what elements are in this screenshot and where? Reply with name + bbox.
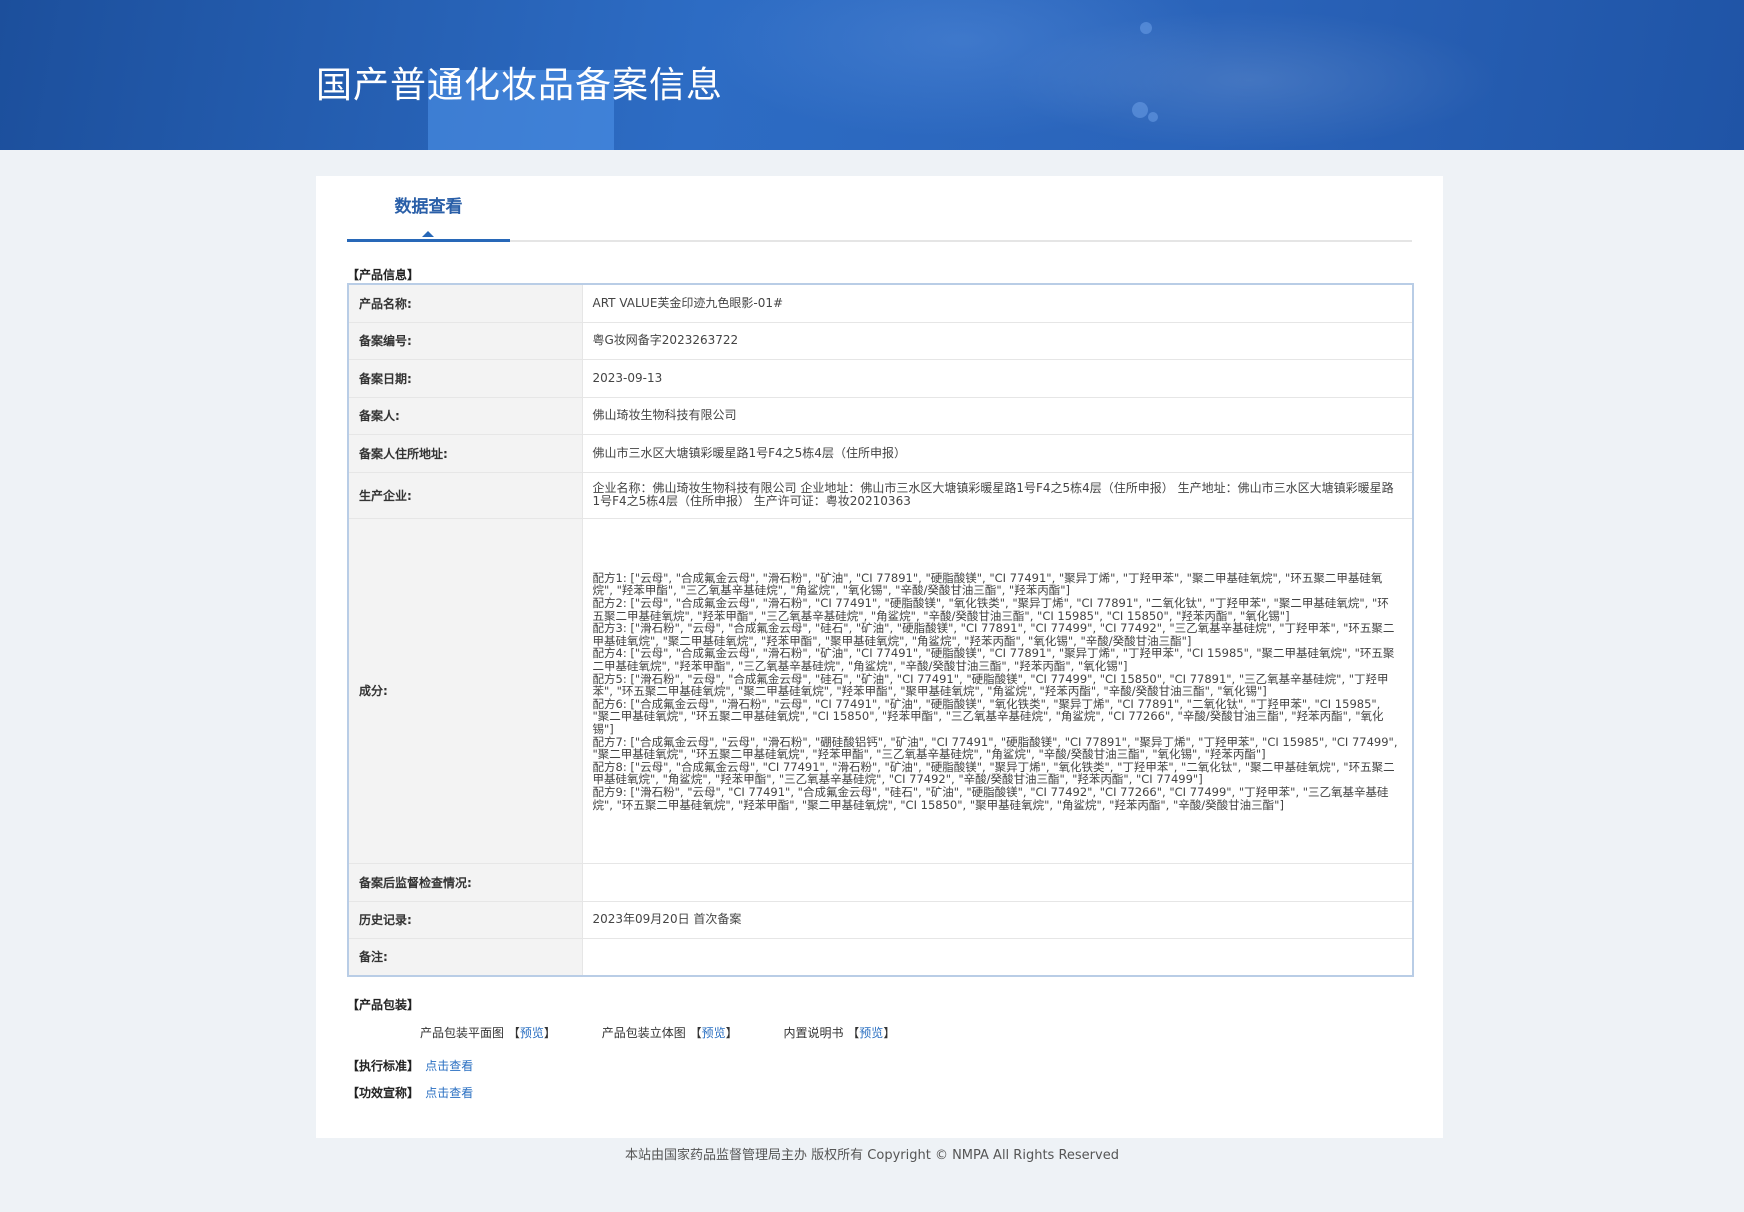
table-row: 备案日期: 2023-09-13 <box>347 358 1414 398</box>
tab-data-view[interactable]: 数据查看 <box>347 176 510 242</box>
product-info-heading: 【产品信息】 <box>347 268 420 282</box>
tab-bar: 数据查看 <box>347 176 1412 242</box>
formula-line: 配方4: ["云母", "合成氟金云母", "滑石粉", "矿油", "CI 7… <box>592 646 1395 674</box>
row-label: 产品名称: <box>347 283 583 323</box>
table-row: 备案人: 佛山琦妆生物科技有限公司 <box>347 396 1414 435</box>
formula-line: 配方8: ["云母", "合成氟金云母", "CI 77491", "滑石粉",… <box>592 759 1395 787</box>
packaging-3d-preview-link[interactable]: 预览 <box>702 1026 726 1040</box>
manual-label: 内置说明书 <box>783 1026 844 1040</box>
row-label: 备案人住所地址: <box>347 433 583 473</box>
formula-line: 配方6: ["合成氟金云母", "滑石粉", "云母", "CI 77491",… <box>592 696 1384 736</box>
supervision-value <box>581 862 1414 902</box>
row-label: 备注: <box>347 937 583 977</box>
standard-heading: 【执行标准】 点击查看 <box>347 1057 473 1074</box>
banner-decoration <box>1148 112 1158 122</box>
row-label: 生产企业: <box>347 471 583 519</box>
packaging-links: 产品包装平面图 【预览】 产品包装立体图 【预览】 内置说明书 【预览】 <box>420 1024 937 1041</box>
efficacy-label: 【功效宣称】 <box>347 1086 420 1100</box>
banner-decoration <box>1000 10 1500 150</box>
packaging-item: 产品包装立体图 【预览】 <box>601 1026 738 1040</box>
standard-view-link[interactable]: 点击查看 <box>425 1059 473 1073</box>
product-name-value: ART VALUE芙金印迹九色眼影-01# <box>581 283 1414 323</box>
formula-line: 配方9: ["滑石粉", "云母", "CI 77491", "合成氟金云母",… <box>592 784 1389 812</box>
row-label: 备案日期: <box>347 358 583 398</box>
tab-label: 数据查看 <box>394 197 463 217</box>
row-label: 备案后监督检查情况: <box>347 862 583 902</box>
registrant-address-value: 佛山市三水区大塘镇彩暖星路1号F4之5栋4层（住所申报） <box>581 433 1414 473</box>
table-row: 产品名称: ART VALUE芙金印迹九色眼影-01# <box>347 283 1414 323</box>
table-row: 备案人住所地址: 佛山市三水区大塘镇彩暖星路1号F4之5栋4层（住所申报） <box>347 433 1414 473</box>
efficacy-view-link[interactable]: 点击查看 <box>425 1086 473 1100</box>
banner-decoration <box>1140 22 1152 34</box>
formula-line: 配方1: ["云母", "合成氟金云母", "滑石粉", "矿油", "CI 7… <box>592 570 1383 598</box>
history-value: 2023年09月20日 首次备案 <box>581 900 1414 939</box>
footer: 本站由国家药品监督管理局主办 版权所有 Copyright © NMPA All… <box>625 1148 1119 1163</box>
table-row: 生产企业: 企业名称：佛山琦妆生物科技有限公司 企业地址：佛山市三水区大塘镇彩暖… <box>347 471 1414 519</box>
formula-line: 配方2: ["云母", "合成氟金云母", "滑石粉", "CI 77491",… <box>592 596 1389 623</box>
formula-line: 配方3: ["滑石粉", "云母", "合成氟金云母", "硅石", "矿油",… <box>592 621 1395 648</box>
row-label: 历史记录: <box>347 900 583 939</box>
table-row: 成分: 配方1: ["云母", "合成氟金云母", "滑石粉", "矿油", "… <box>347 517 1414 864</box>
packaging-item: 产品包装平面图 【预览】 <box>420 1026 556 1040</box>
manufacturer-value: 企业名称：佛山琦妆生物科技有限公司 企业地址：佛山市三水区大塘镇彩暖星路1号F4… <box>581 471 1414 519</box>
standard-label: 【执行标准】 <box>347 1059 420 1073</box>
packaging-3d-label: 产品包装立体图 <box>601 1026 686 1040</box>
packaging-flat-label: 产品包装平面图 <box>420 1026 505 1040</box>
efficacy-heading: 【功效宣称】 点击查看 <box>347 1084 473 1101</box>
ingredients-value: 配方1: ["云母", "合成氟金云母", "滑石粉", "矿油", "CI 7… <box>581 517 1414 864</box>
formula-line: 配方5: ["滑石粉", "云母", "合成氟金云母", "硅石", "矿油",… <box>592 671 1389 699</box>
table-row: 备案后监督检查情况: <box>347 862 1414 902</box>
page-title: 国产普通化妆品备案信息 <box>316 65 724 106</box>
row-label: 成分: <box>347 517 583 864</box>
header-banner: 国产普通化妆品备案信息 <box>0 0 1744 150</box>
remarks-value <box>581 937 1414 977</box>
table-row: 备案编号: 粤G妆网备字2023263722 <box>347 321 1414 360</box>
packaging-flat-preview-link[interactable]: 预览 <box>520 1026 544 1040</box>
row-label: 备案人: <box>347 396 583 435</box>
table-row: 历史记录: 2023年09月20日 首次备案 <box>347 900 1414 939</box>
product-info-table: 产品名称: ART VALUE芙金印迹九色眼影-01# 备案编号: 粤G妆网备字… <box>347 283 1414 977</box>
registration-date-value: 2023-09-13 <box>581 358 1414 398</box>
content-card: 数据查看 【产品信息】 产品名称: ART VALUE芙金印迹九色眼影-01# … <box>316 176 1443 1138</box>
banner-decoration <box>1132 102 1148 118</box>
row-label: 备案编号: <box>347 321 583 360</box>
tab-caret-icon <box>422 231 434 237</box>
formula-line: 配方7: ["合成氟金云母", "云母", "滑石粉", "硼硅酸铝钙", "矿… <box>592 734 1398 762</box>
registrant-value: 佛山琦妆生物科技有限公司 <box>581 396 1414 435</box>
registration-number-value: 粤G妆网备字2023263722 <box>581 321 1414 360</box>
manual-preview-link[interactable]: 预览 <box>859 1026 883 1040</box>
packaging-heading: 【产品包装】 <box>347 998 420 1012</box>
table-row: 备注: <box>347 937 1414 977</box>
packaging-item: 内置说明书 【预览】 <box>783 1026 896 1040</box>
